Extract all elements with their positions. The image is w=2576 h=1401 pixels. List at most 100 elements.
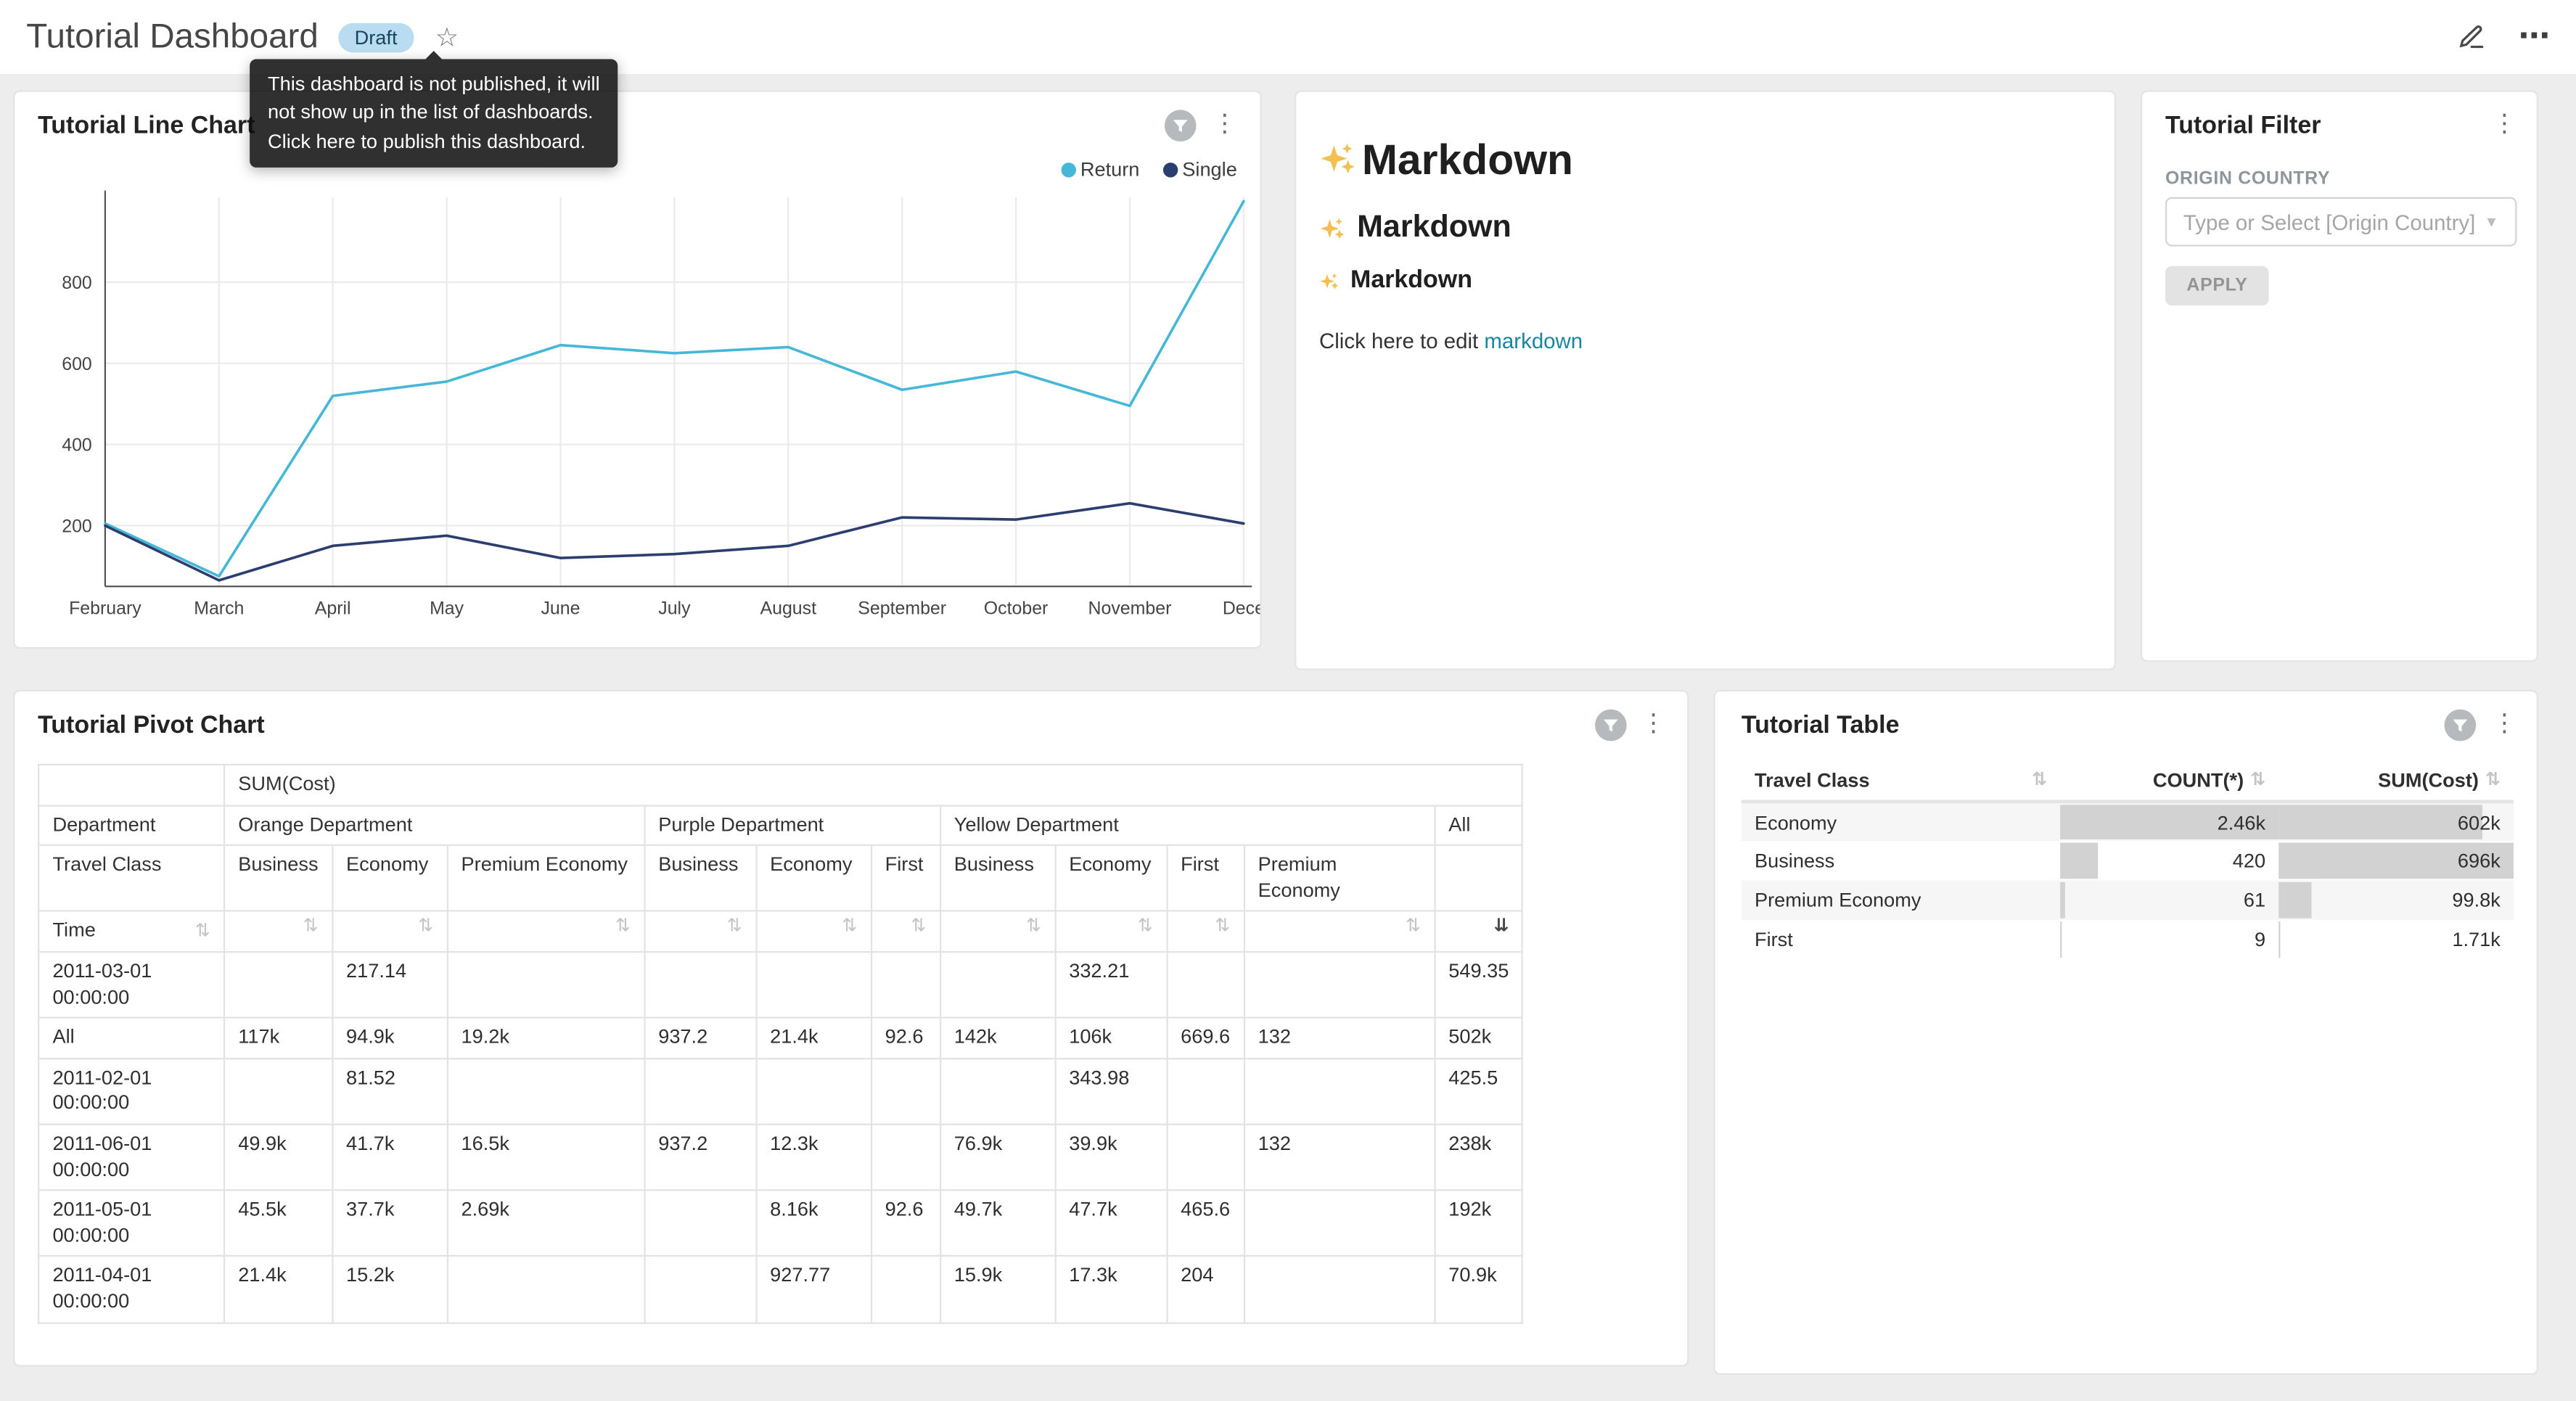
svg-text:May: May [430, 599, 464, 619]
tooltip-line: not show up in the list of dashboards. [268, 99, 600, 128]
pivot-value-cell: 21.4k [756, 1018, 871, 1059]
pivot-value-cell [447, 1059, 644, 1125]
pivot-class-label: Economy [1055, 845, 1167, 911]
sort-icon[interactable]: ⇅ [842, 919, 857, 937]
column-header[interactable]: SUM(Cost)⇅ [2278, 760, 2514, 802]
pivot-value-cell: 41.7k [332, 1125, 447, 1191]
sparkles-icon [1319, 139, 1358, 178]
pivot-row-dim-label: Department [38, 805, 224, 846]
count-cell: 61 [2060, 881, 2278, 920]
sort-icon[interactable]: ⇅ [418, 919, 433, 937]
star-icon[interactable]: ☆ [435, 20, 459, 53]
column-header[interactable]: Travel Class ⇅ [1742, 760, 2060, 802]
sort-icon[interactable]: ⇅ [1138, 919, 1153, 937]
select-placeholder: Type or Select [Origin Country] [2183, 210, 2475, 234]
pivot-value-cell [871, 1257, 940, 1323]
legend-item[interactable]: Single [1162, 157, 1237, 181]
markdown-h1-text: Markdown [1362, 135, 1573, 184]
legend-item[interactable]: Return [1061, 157, 1140, 181]
column-header[interactable]: COUNT(*) ⇅ [2060, 760, 2278, 802]
sort-icon[interactable]: ⇅ [2485, 771, 2501, 789]
sort-icon[interactable]: ⇅ [615, 919, 631, 937]
sort-icon[interactable]: ⇅ [911, 919, 926, 937]
svg-text:Dece: Dece [1223, 599, 1260, 619]
legend-dot-icon [1162, 162, 1177, 176]
filter-indicator-icon[interactable] [1163, 108, 1198, 143]
origin-country-label: ORIGIN COUNTRY [2165, 169, 2330, 189]
kebab-menu-icon[interactable]: ⋮ [1641, 710, 1666, 739]
sort-icon[interactable]: ⇅ [2032, 771, 2047, 789]
pivot-class-label: Economy [332, 845, 447, 911]
pivot-data-row: 2011-06-01 00:00:0049.9k41.7k16.5k937.21… [38, 1125, 1522, 1191]
origin-country-select[interactable]: Type or Select [Origin Country] ▼ [2165, 197, 2517, 247]
pivot-data-row: All117k94.9k19.2k937.221.4k92.6142k106k6… [38, 1018, 1522, 1059]
chart-legend: Return Single [1061, 157, 1237, 181]
sparkles-icon [1319, 214, 1347, 242]
value-bar [2278, 805, 2482, 839]
sort-icon[interactable]: ⇊ [1493, 919, 1509, 937]
sort-icon[interactable]: ⇅ [1026, 919, 1041, 937]
pivot-class-label: Economy [756, 845, 871, 911]
unpublished-tooltip[interactable]: This dashboard is not published, it will… [250, 59, 618, 168]
pivot-value-cell [447, 952, 644, 1018]
pivot-value-cell: 937.2 [644, 1018, 756, 1059]
markdown-paragraph-text: Click here to edit [1319, 329, 1484, 353]
markdown-h2: Markdown [1319, 210, 2091, 247]
markdown-h2-text: Markdown [1357, 210, 1511, 247]
count-cell: 2.46k [2060, 802, 2278, 841]
legend-dot-icon [1061, 162, 1075, 176]
pivot-class-label [1435, 845, 1523, 911]
pivot-value-cell: 17.3k [1055, 1257, 1167, 1323]
kebab-menu-icon[interactable]: ⋮ [2493, 710, 2517, 739]
pivot-value-cell: 669.6 [1167, 1018, 1244, 1059]
svg-text:200: 200 [62, 517, 92, 537]
pivot-group-label: Purple Department [644, 805, 940, 846]
sort-icon[interactable]: ⇅ [303, 919, 319, 937]
edit-pencil-icon[interactable] [2458, 23, 2485, 51]
pivot-data-row: 2011-04-01 00:00:0021.4k15.2k927.7715.9k… [38, 1257, 1522, 1323]
pivot-value-cell: 425.5 [1435, 1059, 1523, 1125]
column-label: Travel Class [1755, 769, 1870, 792]
kebab-menu-icon[interactable]: ⋮ [1213, 110, 1237, 140]
pivot-value-cell [644, 1257, 756, 1323]
svg-text:March: March [194, 599, 244, 619]
filter-card-title: Tutorial Filter [2165, 112, 2321, 139]
apply-button[interactable]: APPLY [2165, 266, 2269, 305]
pivot-value-cell: 117k [224, 1018, 332, 1059]
pivot-value-cell [1244, 952, 1435, 1018]
sort-icon[interactable]: ⇅ [1406, 919, 1421, 937]
tooltip-text: This dashboard is not published, it will… [268, 70, 600, 156]
table-row: First91.71k [1742, 920, 2514, 959]
sort-icon[interactable]: ⇅ [1215, 919, 1230, 937]
more-options-icon[interactable]: ⋯ [2519, 21, 2550, 52]
draft-badge[interactable]: Draft [338, 22, 414, 52]
filter-indicator-icon[interactable] [2443, 708, 2478, 743]
pivot-value-cell: 81.52 [332, 1059, 447, 1125]
pivot-group-label: Orange Department [224, 805, 644, 846]
travel-class-cell: Business [1742, 841, 2060, 880]
svg-text:February: February [69, 599, 141, 619]
filter-card: Tutorial Filter ⋮ ORIGIN COUNTRY Type or… [2141, 91, 2538, 662]
pivot-value-cell [1244, 1257, 1435, 1323]
pivot-card-title: Tutorial Pivot Chart [38, 711, 265, 739]
table-card: Tutorial Table ⋮ Travel Class⇅COUNT(*)⇅S… [1713, 690, 2538, 1375]
markdown-edit-link[interactable]: markdown [1484, 329, 1583, 353]
pivot-data-row: 2011-03-01 00:00:00217.14332.21549.35 [38, 952, 1522, 1018]
pivot-data-row: 2011-05-01 00:00:0045.5k37.7k2.69k8.16k9… [38, 1191, 1522, 1257]
kebab-menu-icon[interactable]: ⋮ [2493, 110, 2517, 140]
pivot-value-cell: 927.77 [756, 1257, 871, 1323]
pivot-row-label: 2011-05-01 00:00:00 [38, 1191, 224, 1257]
filter-indicator-icon[interactable] [1593, 708, 1628, 743]
pivot-value-cell: 204 [1167, 1257, 1244, 1323]
pivot-row-label: 2011-04-01 00:00:00 [38, 1257, 224, 1323]
sort-icon[interactable]: ⇅ [727, 919, 742, 937]
sort-icon[interactable]: ⇅ [195, 923, 210, 941]
pivot-group-label: All [1435, 805, 1523, 846]
pivot-value-cell: 49.9k [224, 1125, 332, 1191]
column-label: COUNT(*) [2153, 769, 2244, 792]
pivot-class-label: Premium Economy [447, 845, 644, 911]
svg-text:April: April [315, 599, 351, 619]
table-row: Premium Economy6199.8k [1742, 881, 2514, 920]
pivot-value-cell: 192k [1435, 1191, 1523, 1257]
sort-icon[interactable]: ⇅ [2250, 771, 2265, 789]
